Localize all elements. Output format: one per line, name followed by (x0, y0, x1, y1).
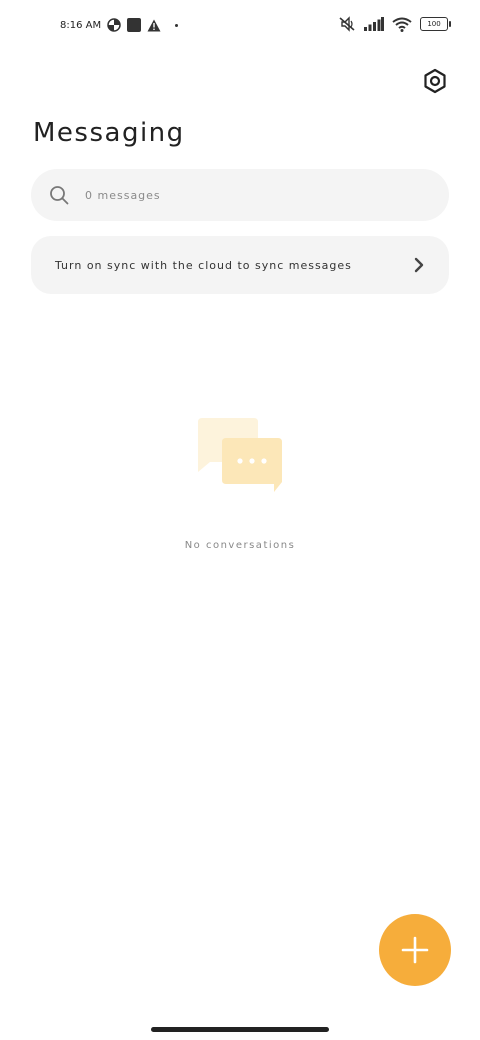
square-icon (127, 18, 142, 32)
wifi-icon (392, 17, 412, 32)
plus-icon (401, 936, 429, 964)
status-time: 8:16 AM (60, 19, 102, 31)
data-saver-icon (107, 18, 121, 32)
chevron-right-icon (414, 257, 424, 273)
settings-button[interactable] (420, 66, 450, 96)
signal-icon (364, 17, 384, 31)
status-left: 8:16 AM (60, 18, 179, 32)
settings-icon (424, 68, 446, 94)
search-input[interactable] (83, 187, 387, 203)
dot-icon (175, 23, 179, 27)
status-bar: 8:16 AM 100 (0, 0, 480, 56)
sync-card[interactable]: Turn on sync with the cloud to sync mess… (31, 236, 449, 294)
status-right: 100 (338, 16, 451, 32)
battery-icon: 100 (420, 17, 451, 31)
empty-state-text: No conversations (184, 540, 296, 551)
warning-icon (147, 19, 161, 31)
page-title: Messaging (33, 118, 185, 148)
search-bar[interactable] (31, 169, 449, 221)
search-icon (50, 186, 69, 205)
home-indicator[interactable] (151, 1027, 329, 1032)
sync-card-label: Turn on sync with the cloud to sync mess… (55, 258, 352, 272)
conversations-illustration-icon (198, 418, 282, 492)
new-conversation-button[interactable] (379, 914, 451, 986)
mute-icon (339, 16, 355, 32)
